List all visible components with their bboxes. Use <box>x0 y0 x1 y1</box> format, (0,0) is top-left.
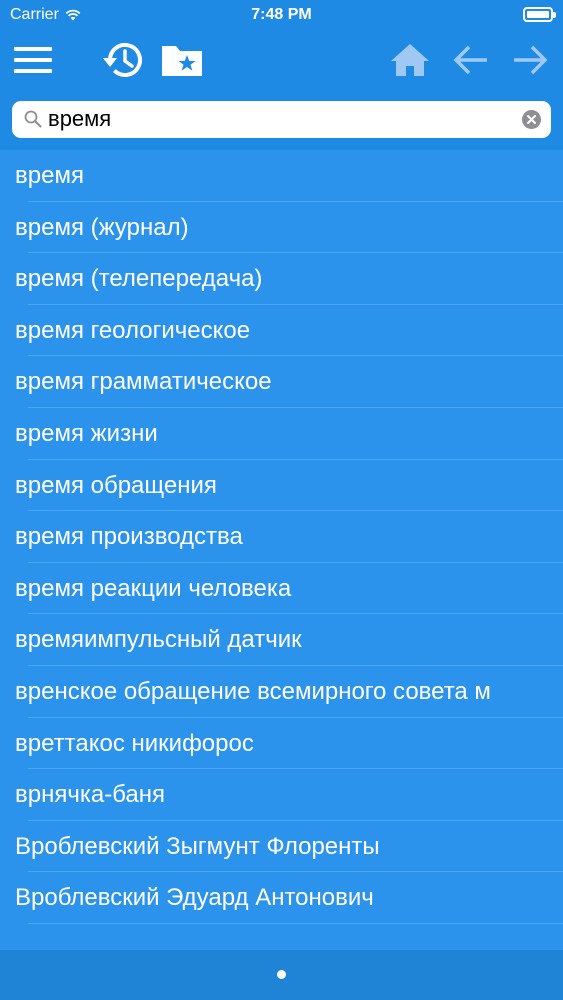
search-field[interactable] <box>12 101 551 138</box>
forward-button[interactable] <box>506 36 554 84</box>
list-item-label: вренское обращение всемирного совета м <box>15 677 491 705</box>
search-bar <box>0 90 563 150</box>
list-item[interactable]: время грамматическое <box>0 356 563 408</box>
list-item[interactable]: времяимпульсный датчик <box>0 614 563 666</box>
status-bar: Carrier 7:48 PM <box>0 0 563 30</box>
back-arrow-icon <box>453 45 487 75</box>
search-input[interactable] <box>48 104 488 134</box>
list-item[interactable]: вренское обращение всемирного совета м <box>0 666 563 718</box>
list-item[interactable]: время обращения <box>0 460 563 512</box>
list-item[interactable]: врнячка-баня <box>0 769 563 821</box>
list-item-label: время обращения <box>15 471 217 499</box>
list-item-label: времяимпульсный датчик <box>15 626 302 654</box>
list-item-label: время (журнал) <box>15 213 189 241</box>
battery-icon <box>523 7 556 22</box>
clear-search-icon[interactable] <box>522 110 541 129</box>
list-item-label: врнячка-баня <box>15 781 166 809</box>
list-item[interactable]: время геологическое <box>0 305 563 357</box>
list-item[interactable]: Вроблевский Зыгмунт Флоренты <box>0 821 563 873</box>
list-item-label: вреттакос никифорос <box>15 729 254 757</box>
list-item[interactable]: время жизни <box>0 408 563 460</box>
list-item[interactable]: вреттакос никифорос <box>0 718 563 770</box>
list-item-label: Вроблевский Зыгмунт Флоренты <box>15 832 380 860</box>
list-item-label: время грамматическое <box>15 368 272 396</box>
list-item[interactable]: время производства <box>0 511 563 563</box>
list-item-label: время геологическое <box>15 316 251 344</box>
clock: 7:48 PM <box>251 6 312 23</box>
list-item-label: время жизни <box>15 419 158 447</box>
list-item[interactable]: время (телепередача) <box>0 253 563 305</box>
list-item-label: время реакции человека <box>15 574 292 602</box>
list-item-label: время производства <box>15 523 243 551</box>
page-indicator-bar <box>0 950 563 1000</box>
history-icon <box>103 43 142 77</box>
history-button[interactable] <box>99 36 147 84</box>
menu-button[interactable] <box>9 36 57 84</box>
list-item[interactable]: время <box>0 150 563 202</box>
row-divider <box>28 922 563 924</box>
back-button[interactable] <box>447 36 495 84</box>
forward-arrow-icon <box>514 45 548 75</box>
list-item-label: время <box>15 162 84 189</box>
favorites-folder-icon <box>162 46 202 76</box>
toolbar <box>0 30 563 90</box>
menu-icon <box>14 47 52 73</box>
home-icon <box>391 44 429 76</box>
list-item[interactable]: время реакции человека <box>0 563 563 615</box>
favorites-button[interactable] <box>158 36 206 84</box>
list-item[interactable]: Вроблевский Эдуард Антонович <box>0 872 563 924</box>
list-item[interactable]: время (журнал) <box>0 202 563 254</box>
search-icon <box>24 110 42 128</box>
page-indicator-dot[interactable] <box>277 970 286 979</box>
list-item-label: Вроблевский Эдуард Антонович <box>15 884 374 912</box>
list-item-label: время (телепередача) <box>15 265 263 293</box>
results-list: время время (журнал) время (телепередача… <box>0 150 563 950</box>
home-button[interactable] <box>386 36 434 84</box>
